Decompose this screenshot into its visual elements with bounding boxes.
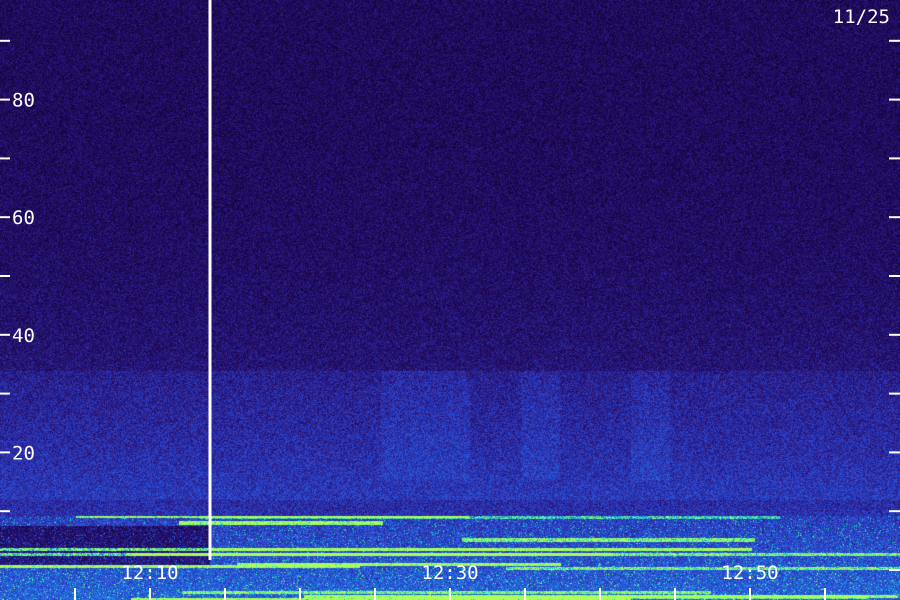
y-axis-right	[889, 39, 900, 571]
y-tick-label-80: 80	[12, 90, 35, 112]
y-tick-label-60: 60	[12, 207, 35, 229]
x-axis: 12:10 12:30 12:50	[74, 562, 826, 600]
date-label: 11/25	[833, 6, 890, 28]
x-tick-label-1250: 12:50	[721, 562, 778, 584]
y-axis-left-minor-ticks	[0, 39, 10, 513]
y-tick-label-20: 20	[12, 442, 35, 464]
x-tick-label-1210: 12:10	[121, 562, 178, 584]
y-tick-label-40: 40	[12, 325, 35, 347]
x-tick-label-1230: 12:30	[421, 562, 478, 584]
y-axis-left: 20 40 60 80 100	[0, 90, 35, 464]
chart-overlay: 11/25 20 40 60 80 100 12:10 12:30 12:50	[0, 0, 900, 600]
